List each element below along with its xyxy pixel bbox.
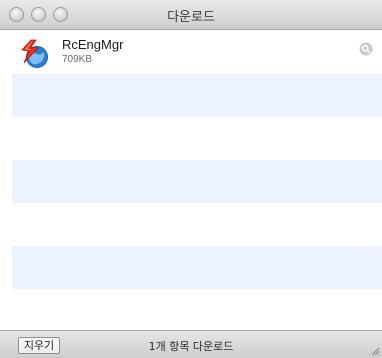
title-bar[interactable]: 다운로드: [0, 0, 382, 30]
empty-row: [12, 246, 382, 289]
empty-row: [12, 117, 382, 160]
empty-row: [12, 160, 382, 203]
magnifier-icon[interactable]: [359, 42, 373, 56]
download-size: 709KB: [62, 54, 93, 65]
rcengmgr-app-icon: [21, 39, 48, 68]
window-title: 다운로드: [167, 10, 215, 25]
empty-row: [12, 74, 382, 117]
download-status: 1개 항목 다운로드: [148, 340, 234, 353]
download-name: RcEngMgr: [62, 37, 124, 52]
empty-row: [12, 203, 382, 246]
empty-row: [12, 289, 382, 332]
resize-grip-icon[interactable]: [370, 346, 380, 356]
downloads-window: 다운로드 RcEngMgr 709KB 지우기 1개 항목 다운로드: [0, 0, 382, 358]
download-item[interactable]: RcEngMgr 709KB: [12, 31, 382, 74]
downloads-list: RcEngMgr 709KB: [12, 31, 382, 329]
bottom-bar: 지우기 1개 항목 다운로드: [0, 330, 382, 358]
